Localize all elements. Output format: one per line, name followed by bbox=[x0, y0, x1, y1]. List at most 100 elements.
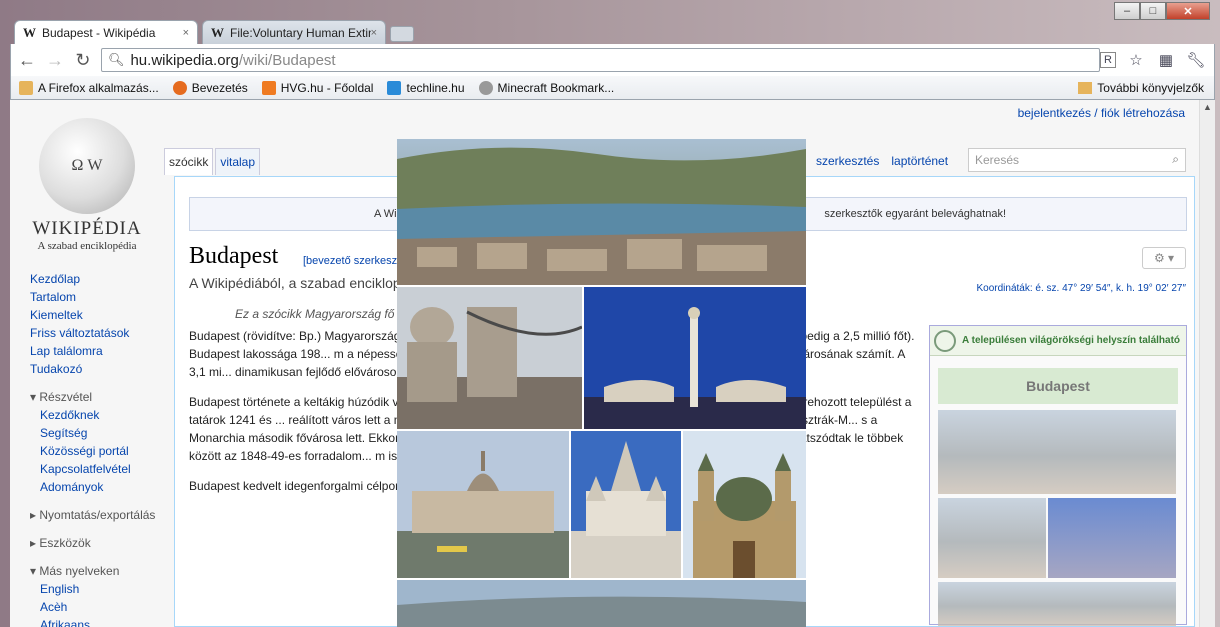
unesco-text: A településen világörökségi helyszín tal… bbox=[962, 335, 1181, 346]
tab-article[interactable]: szócikk bbox=[164, 148, 214, 175]
bookmark-item[interactable]: Bevezetés bbox=[172, 80, 248, 95]
readability-icon[interactable]: R bbox=[1100, 52, 1117, 68]
sidebar-section-print[interactable]: ▸ Nyomtatás/exportálás bbox=[30, 506, 170, 524]
search-icon[interactable]: ⌕ bbox=[1172, 152, 1179, 167]
tab-title: File:Voluntary Human Extinc bbox=[230, 25, 371, 40]
heroes-square-photo bbox=[584, 287, 806, 429]
bookmark-label: HVG.hu - Főoldal bbox=[280, 80, 374, 95]
sidebar-item[interactable]: Kezdőlap bbox=[30, 270, 170, 288]
sidebar-item[interactable]: Kapcsolatfelvétel bbox=[30, 460, 170, 478]
sidebar-item[interactable]: Lap találomra bbox=[30, 342, 170, 360]
hatnote: Ez a szócikk Magyarország fő bbox=[235, 307, 395, 321]
sidebar: Kezdőlap Tartalom Kiemeltek Friss változ… bbox=[30, 270, 170, 627]
unesco-banner: A településen világörökségi helyszín tal… bbox=[930, 326, 1186, 356]
infobox-collage-image[interactable] bbox=[938, 582, 1176, 626]
unesco-emblem-icon bbox=[934, 329, 956, 352]
infobox-collage-image[interactable] bbox=[1048, 498, 1176, 578]
browser-window: – □ ✕ W Budapest - Wikipédia × W File:Vo… bbox=[0, 0, 1220, 627]
image-collage-popup[interactable] bbox=[397, 139, 806, 627]
page-icon: 🔍︎ bbox=[107, 52, 125, 67]
other-bookmarks-label: További könyvjelzők bbox=[1097, 80, 1204, 95]
wikipedia-favicon-icon: W bbox=[23, 24, 36, 40]
globe-icon bbox=[478, 80, 493, 95]
tagline: A szabad enciklopédia bbox=[37, 240, 137, 252]
reload-icon[interactable]: ↻ bbox=[71, 48, 95, 72]
techline-icon bbox=[387, 80, 402, 95]
sidebar-item[interactable]: Kezdőknek bbox=[30, 406, 170, 424]
close-icon[interactable]: ✕ bbox=[1166, 2, 1210, 20]
new-tab-button[interactable] bbox=[390, 26, 414, 42]
bookmark-label: techline.hu bbox=[406, 80, 465, 95]
wikipedia-favicon-icon: W bbox=[211, 24, 224, 40]
edit-section-link[interactable]: [bevezető szerkeszt bbox=[303, 255, 400, 267]
infobox-collage-image[interactable] bbox=[938, 410, 1176, 494]
sidebar-section-participation[interactable]: ▾ Részvétel bbox=[30, 388, 170, 406]
maximize-icon[interactable]: □ bbox=[1140, 2, 1166, 20]
page-actions: szerkesztés laptörténet bbox=[816, 154, 948, 168]
tab-history[interactable]: laptörténet bbox=[891, 154, 948, 168]
sidebar-section-tools[interactable]: ▸ Eszközök bbox=[30, 534, 170, 552]
url-host: hu.wikipedia.org bbox=[130, 51, 239, 69]
bookmark-label: Minecraft Bookmark... bbox=[497, 80, 615, 95]
bookmark-item[interactable]: A Firefox alkalmazás... bbox=[19, 80, 159, 95]
budapest-aerial-photo bbox=[397, 139, 806, 285]
language-link[interactable]: English bbox=[30, 580, 170, 598]
sidebar-item[interactable]: Kiemeltek bbox=[30, 306, 170, 324]
sidebar-item[interactable]: Segítség bbox=[30, 424, 170, 442]
wordmark: WIKIPÉDIA bbox=[32, 218, 142, 239]
extension-icon[interactable]: ▦ bbox=[1156, 50, 1176, 70]
forward-arrow-icon[interactable]: → bbox=[43, 48, 67, 72]
sidebar-item[interactable]: Friss változtatások bbox=[30, 324, 170, 342]
tab-voluntary-human-extinction[interactable]: W File:Voluntary Human Extinc × bbox=[202, 20, 386, 44]
tab-close-icon[interactable]: × bbox=[371, 27, 377, 39]
bookmark-label: Bevezetés bbox=[191, 80, 248, 95]
star-icon[interactable]: ☆ bbox=[1126, 50, 1146, 70]
tab-strip: W Budapest - Wikipédia × W File:Voluntar… bbox=[14, 20, 414, 44]
sidebar-item[interactable]: Adományok bbox=[30, 478, 170, 496]
infobox-collage-image[interactable] bbox=[938, 498, 1046, 578]
bookmark-item[interactable]: HVG.hu - Főoldal bbox=[261, 80, 374, 95]
other-bookmarks[interactable]: További könyvjelzők bbox=[1078, 81, 1204, 95]
firefox-icon bbox=[172, 80, 187, 95]
page-title: Budapest bbox=[189, 243, 279, 269]
folder-icon bbox=[19, 80, 33, 95]
language-link[interactable]: Acèh bbox=[30, 598, 170, 616]
coordinates[interactable]: Koordináták: é. sz. 47° 29′ 54″, k. h. 1… bbox=[976, 283, 1186, 294]
parliament-photo bbox=[397, 431, 569, 578]
sidebar-section-languages[interactable]: ▾ Más nyelveken bbox=[30, 562, 170, 580]
scrollbar[interactable]: ▲ bbox=[1199, 100, 1215, 627]
bookmark-item[interactable]: Minecraft Bookmark... bbox=[478, 80, 615, 95]
sidebar-item[interactable]: Tartalom bbox=[30, 288, 170, 306]
bookmark-label: A Firefox alkalmazás... bbox=[38, 80, 159, 95]
tab-close-icon[interactable]: × bbox=[183, 27, 189, 39]
fishermans-bastion-photo bbox=[571, 431, 681, 578]
wikipedia-logo[interactable]: Ω W WIKIPÉDIA A szabad enciklopédia bbox=[32, 118, 142, 252]
puzzle-globe-icon: Ω W bbox=[39, 118, 135, 214]
minimize-icon[interactable]: – bbox=[1114, 2, 1140, 20]
sidebar-item[interactable]: Közösségi portál bbox=[30, 442, 170, 460]
bookmark-item[interactable]: techline.hu bbox=[387, 80, 465, 95]
scroll-up-icon[interactable]: ▲ bbox=[1200, 102, 1215, 112]
search-placeholder: Keresés bbox=[975, 153, 1020, 167]
sidebar-item[interactable]: Tudakozó bbox=[30, 360, 170, 378]
search-input[interactable]: Keresés ⌕ bbox=[968, 148, 1186, 172]
login-link[interactable]: bejelentkezés / fiók létrehozása bbox=[1018, 106, 1185, 120]
bookmarks-bar: A Firefox alkalmazás... Bevezetés HVG.hu… bbox=[10, 76, 1215, 100]
back-arrow-icon[interactable]: ← bbox=[15, 48, 39, 72]
page-tabs: szócikk vitalap bbox=[164, 148, 262, 175]
language-link[interactable]: Afrikaans bbox=[30, 616, 170, 627]
danube-panorama-photo bbox=[397, 580, 806, 627]
infobox-title: Budapest bbox=[938, 368, 1178, 404]
address-bar[interactable]: 🔍︎ hu.wikipedia.org/wiki/Budapest bbox=[100, 48, 1101, 72]
wrench-icon[interactable]: 🔧︎ bbox=[1186, 50, 1206, 70]
settings-gear-icon[interactable]: ⚙ ▾ bbox=[1142, 247, 1186, 269]
site-notice-text: szerkesztők egyaránt belevághatnak! bbox=[824, 208, 1006, 220]
window-controls: – □ ✕ bbox=[1114, 2, 1210, 20]
toolbar-icons: R ☆ ▦ 🔧︎ bbox=[1100, 50, 1206, 70]
tab-budapest[interactable]: W Budapest - Wikipédia × bbox=[14, 20, 198, 44]
tab-title: Budapest - Wikipédia bbox=[42, 25, 156, 40]
from-wikipedia: A Wikipédiából, a szabad enciklopé bbox=[189, 275, 409, 291]
tab-edit[interactable]: szerkesztés bbox=[816, 154, 879, 168]
toolbar: ← → ↻ 🔍︎ hu.wikipedia.org/wiki/Budapest … bbox=[10, 44, 1215, 76]
tab-talk[interactable]: vitalap bbox=[215, 148, 261, 175]
